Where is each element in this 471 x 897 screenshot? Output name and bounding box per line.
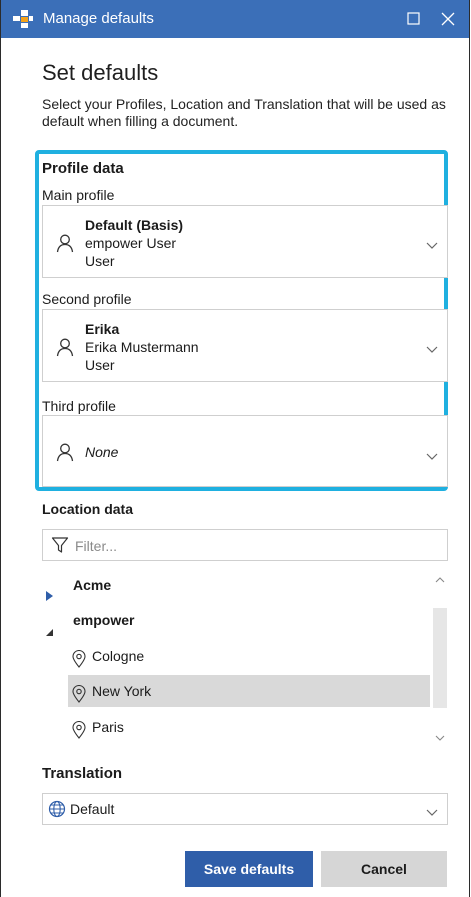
- profile-data-title: Profile data: [42, 160, 124, 177]
- manage-defaults-window: Manage defaults Set defaults Select your…: [0, 0, 470, 897]
- person-icon: [55, 233, 75, 258]
- person-icon: [55, 337, 75, 362]
- second-profile-line2: Erika Mustermann: [85, 339, 199, 355]
- window-title: Manage defaults: [43, 10, 154, 27]
- tree-group-label: empower: [73, 612, 135, 628]
- tree-item-paris[interactable]: Paris: [68, 711, 430, 743]
- filter-input[interactable]: [73, 534, 437, 558]
- tree-group-acme[interactable]: Acme: [46, 569, 246, 601]
- tree-item-label: New York: [92, 683, 152, 699]
- main-profile-name: Default (Basis): [85, 217, 184, 233]
- intro-text: Select your Profiles, Location and Trans…: [42, 96, 446, 129]
- save-defaults-button[interactable]: Save defaults: [185, 851, 313, 887]
- tree-group-empower[interactable]: empower: [46, 604, 246, 636]
- second-profile-select[interactable]: Erika Erika Mustermann User: [42, 309, 448, 382]
- title-bar: Manage defaults: [1, 0, 469, 38]
- scroll-down-icon[interactable]: [433, 730, 447, 748]
- chevron-down-icon: [426, 341, 438, 359]
- app-icon: [13, 10, 33, 33]
- location-scrollbar[interactable]: [433, 608, 447, 708]
- tree-item-new-york[interactable]: New York: [68, 675, 430, 707]
- main-profile-line3: User: [85, 253, 115, 269]
- chevron-down-icon: [426, 804, 438, 822]
- third-profile-value: None: [85, 444, 119, 460]
- chevron-down-icon: [426, 448, 438, 466]
- second-profile-name: Erika: [85, 321, 120, 337]
- second-profile-line3: User: [85, 357, 115, 373]
- translation-title: Translation: [42, 765, 123, 782]
- location-filter[interactable]: [42, 529, 448, 561]
- main-profile-select[interactable]: Default (Basis) empower User User: [42, 205, 448, 278]
- third-profile-select[interactable]: None: [42, 415, 448, 487]
- close-icon[interactable]: [433, 8, 463, 30]
- tree-item-label: Paris: [92, 719, 124, 735]
- globe-icon: [48, 800, 66, 823]
- location-data-title: Location data: [42, 501, 134, 517]
- cancel-button[interactable]: Cancel: [321, 851, 447, 887]
- map-pin-icon: [72, 682, 86, 714]
- translation-value: Default: [70, 801, 115, 817]
- second-profile-label: Second profile: [42, 291, 132, 307]
- maximize-icon[interactable]: [399, 8, 429, 30]
- page-title: Set defaults: [42, 60, 159, 85]
- tree-item-cologne[interactable]: Cologne: [68, 640, 430, 672]
- main-profile-label: Main profile: [42, 187, 115, 203]
- translation-select[interactable]: Default: [42, 793, 448, 825]
- collapse-arrow-icon[interactable]: [46, 616, 54, 648]
- third-profile-label: Third profile: [42, 398, 116, 414]
- filter-icon: [51, 536, 69, 559]
- scroll-up-icon[interactable]: [433, 572, 447, 590]
- main-profile-line2: empower User: [85, 235, 177, 251]
- map-pin-icon: [72, 718, 86, 750]
- person-icon: [55, 442, 75, 467]
- chevron-down-icon: [426, 237, 438, 255]
- tree-item-label: Cologne: [92, 648, 145, 664]
- tree-group-label: Acme: [73, 577, 112, 593]
